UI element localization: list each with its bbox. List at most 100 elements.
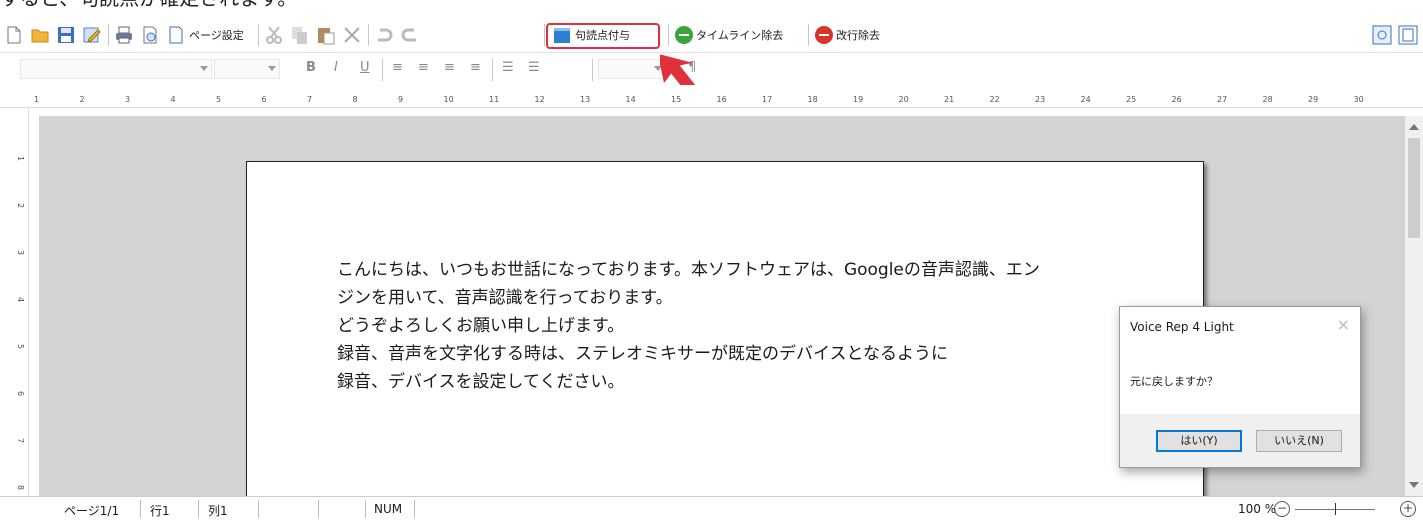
ruler-tick: 26 (1171, 95, 1182, 104)
document-line: どうぞよろしくお願い申し上げます。 (337, 316, 625, 336)
document-line: 録音、音声を文字化する時は、ステレオミキサーが既定のデバイスとなるように (337, 344, 948, 364)
ruler-tick: 30 (1353, 95, 1364, 104)
toolbar-separator (668, 24, 669, 46)
edit-button[interactable] (82, 22, 102, 48)
zoom-slider-thumb[interactable] (1335, 503, 1336, 515)
format-separator (382, 59, 383, 81)
save-button[interactable] (56, 22, 76, 48)
open-folder-icon (30, 25, 50, 45)
ruler-tick: 23 (1035, 95, 1046, 104)
remove-timeline-button[interactable]: タイムライン除去 (675, 22, 783, 48)
ruler-tick: 22 (989, 95, 1000, 104)
printer-icon (114, 25, 134, 45)
vertical-ruler: 1 2 3 4 5 6 7 8 (0, 108, 29, 496)
scissors-icon (264, 25, 284, 45)
status-divider (414, 500, 415, 518)
document-page[interactable]: こんにちは、いつもお世話になっております。本ソフトウェアは、Googleの音声認… (246, 161, 1204, 503)
open-button[interactable] (30, 22, 50, 48)
ruler-tick: 29 (1308, 95, 1319, 104)
ruler-tick: 4 (170, 95, 176, 104)
ruler-tick: 21 (944, 95, 955, 104)
undo-button[interactable] (374, 22, 394, 48)
instruction-caption: すると、句読点が確定されます。 (0, 0, 400, 10)
align-center-icon[interactable]: ≡ (418, 60, 429, 75)
status-divider (318, 500, 319, 518)
no-button[interactable]: いいえ(N) (1256, 430, 1342, 452)
vertical-ruler-tick: 2 (16, 202, 26, 209)
align-left-icon[interactable]: ≡ (392, 60, 403, 75)
document-body[interactable]: こんにちは、いつもお世話になっております。本ソフトウェアは、Googleの音声認… (337, 256, 1157, 396)
num-lock-indicator: NUM (374, 502, 403, 516)
redo-button[interactable] (400, 22, 420, 48)
scroll-up-icon[interactable] (1409, 124, 1419, 130)
ruler-tick: 15 (671, 95, 682, 104)
toolbar-separator (108, 24, 109, 46)
ruler-tick: 16 (716, 95, 727, 104)
status-bar: ページ1/1 行1 列1 NUM 100 % − + (0, 496, 1423, 522)
zoom-out-icon[interactable]: − (1274, 501, 1290, 517)
ruler-tick: 7 (307, 95, 313, 104)
dialog-title: Voice Rep 4 Light (1130, 320, 1234, 334)
align-justify-icon[interactable]: ≡ (470, 60, 481, 75)
remove-linebreak-button[interactable]: 改行除去 (815, 22, 880, 48)
vertical-scrollbar[interactable] (1405, 116, 1423, 496)
paste-button[interactable] (316, 22, 336, 48)
close-icon[interactable]: × (1337, 315, 1350, 334)
scroll-down-icon[interactable] (1409, 482, 1419, 488)
new-document-button[interactable] (4, 22, 24, 48)
vertical-ruler-tick: 3 (16, 249, 26, 256)
yes-button[interactable]: はい(Y) (1156, 430, 1242, 452)
text-color-combo[interactable] (598, 59, 666, 79)
print-preview-icon (140, 25, 160, 45)
status-divider (258, 500, 259, 518)
zoom-in-icon[interactable]: + (1400, 501, 1416, 517)
status-divider (198, 500, 199, 518)
ruler-tick: 19 (853, 95, 864, 104)
toolbar-separator (368, 24, 369, 46)
bold-button[interactable]: B (306, 60, 316, 75)
add-punctuation-button[interactable]: 句読点付与 (552, 22, 630, 48)
ruler-tick: 13 (580, 95, 591, 104)
green-minus-icon (675, 26, 693, 44)
zoom-level: 100 % (1238, 502, 1277, 516)
red-minus-icon (815, 26, 833, 44)
format-toolbar: B I U ≡ ≡ ≡ ≡ ☰ ☰ ¶ (0, 53, 1423, 83)
page-setup-button[interactable]: ページ設定 (166, 22, 244, 48)
align-right-icon[interactable]: ≡ (444, 60, 455, 75)
font-name-combo[interactable] (20, 59, 212, 79)
italic-button[interactable]: I (334, 60, 338, 75)
numbered-list-icon[interactable]: ☰ (528, 60, 540, 75)
ruler-tick: 17 (762, 95, 773, 104)
fit-page-button[interactable] (1398, 22, 1418, 48)
toolbar-separator (544, 24, 545, 46)
underline-button[interactable]: U (360, 60, 370, 75)
delete-button[interactable] (342, 22, 362, 48)
copy-icon (290, 25, 310, 45)
view-mode-button[interactable] (1372, 22, 1392, 48)
ruler-tick: 2 (79, 95, 85, 104)
ruler-tick: 24 (1080, 95, 1091, 104)
add-punctuation-label: 句読点付与 (575, 29, 630, 42)
cut-button[interactable] (264, 22, 284, 48)
chevron-down-icon (268, 66, 276, 71)
print-preview-button[interactable] (140, 22, 160, 48)
ruler-tick: 5 (216, 95, 222, 104)
font-size-combo[interactable] (214, 59, 280, 79)
bullet-list-icon[interactable]: ☰ (502, 60, 514, 75)
ruler-tick: 6 (261, 95, 267, 104)
line-indicator: 行1 (150, 504, 170, 518)
ruler-tick: 1 (34, 95, 40, 104)
document-line: 録音、デバイスを設定してください。 (337, 372, 625, 392)
page-setup-icon (166, 25, 186, 45)
scrollbar-thumb[interactable] (1408, 138, 1420, 238)
copy-button[interactable] (290, 22, 310, 48)
ruler-tick: 11 (489, 95, 500, 104)
ruler-tick: 18 (807, 95, 818, 104)
vertical-ruler-tick: 8 (16, 484, 26, 491)
remove-timeline-label: タイムライン除去 (696, 29, 784, 42)
print-button[interactable] (114, 22, 134, 48)
new-document-icon (4, 25, 24, 45)
vertical-ruler-tick: 1 (16, 155, 26, 162)
toolbar-separator (808, 24, 809, 46)
confirm-undo-dialog: Voice Rep 4 Light × 元に戻しますか？ はい(Y) いいえ(N… (1119, 306, 1361, 468)
